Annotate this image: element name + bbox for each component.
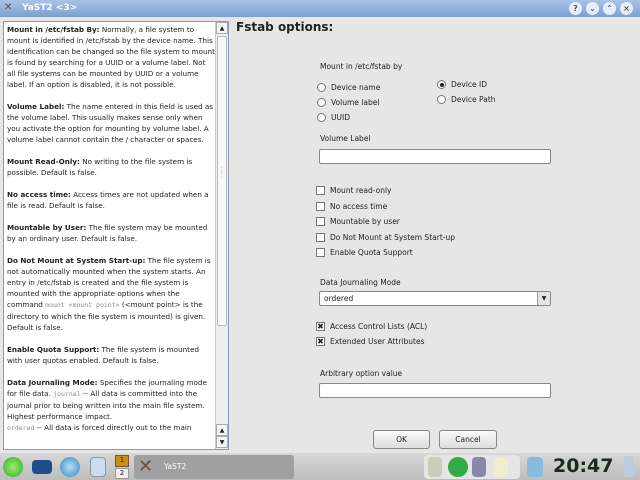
checkbox-do-not-mount-at-system-start-up[interactable] bbox=[316, 232, 325, 242]
help-paragraph: No access time: Access times are not upd… bbox=[7, 190, 209, 210]
help-button[interactable]: ? bbox=[569, 2, 582, 15]
checkbox-mount-read-only[interactable] bbox=[316, 186, 325, 195]
splitter-handle[interactable]: ⋮⋮ ⋮⋮ bbox=[218, 167, 232, 179]
desktop-1[interactable]: 1 bbox=[115, 455, 129, 467]
arbitrary-option-input[interactable] bbox=[319, 383, 551, 398]
radio-label: Device Path bbox=[451, 95, 496, 104]
desktop-icon[interactable] bbox=[32, 460, 52, 474]
checkbox-no-access-time[interactable] bbox=[316, 201, 325, 211]
update-icon[interactable] bbox=[448, 457, 468, 477]
checkbox-access-control-lists-acl-[interactable]: ✖ bbox=[316, 322, 325, 331]
show-desktop-icon[interactable] bbox=[527, 457, 543, 477]
network-icon[interactable] bbox=[472, 457, 486, 477]
help-paragraph: Mount in /etc/fstab By: Normally, a file… bbox=[7, 25, 215, 89]
checkbox-enable-quota-support[interactable] bbox=[316, 248, 325, 257]
journal-mode-select[interactable]: ordered ▼ bbox=[319, 291, 551, 306]
radio-label: Device ID bbox=[451, 80, 488, 89]
checkbox-extended-user-attributes[interactable]: ✖ bbox=[316, 337, 325, 346]
panel-toolbox-icon[interactable] bbox=[624, 456, 634, 477]
task-yast2[interactable]: ✕ YaST2 bbox=[134, 455, 294, 479]
volume-icon[interactable] bbox=[428, 457, 442, 477]
yast-icon: ✕ bbox=[4, 2, 13, 13]
maximize-button[interactable]: ⌃ bbox=[603, 2, 616, 15]
volume-label-input[interactable] bbox=[319, 149, 551, 164]
journal-mode-label: Data Journaling Mode bbox=[320, 278, 401, 287]
system-tray bbox=[424, 455, 520, 479]
radio-volume-label[interactable] bbox=[317, 98, 326, 107]
help-panel: Mount in /etc/fstab By: Normally, a file… bbox=[3, 21, 229, 450]
yast-icon: ✕ bbox=[138, 456, 154, 477]
cancel-button[interactable]: Cancel bbox=[439, 430, 497, 449]
help-paragraph: Enable Quota Support: The file system is… bbox=[7, 345, 199, 365]
radio-label: UUID bbox=[331, 113, 350, 122]
browser-icon[interactable] bbox=[60, 457, 80, 477]
radio-device-id[interactable] bbox=[437, 80, 446, 89]
task-label: YaST2 bbox=[164, 462, 187, 471]
scroll-up-arrow[interactable]: ▲ bbox=[216, 22, 228, 34]
help-paragraph: Mountable by User: The file system may b… bbox=[7, 223, 208, 243]
start-menu-icon[interactable] bbox=[3, 457, 23, 477]
help-text: Mount in /etc/fstab By: Normally, a file… bbox=[7, 24, 215, 445]
radio-label: Volume label bbox=[331, 98, 380, 107]
window-title: YaST2 <3> bbox=[22, 3, 78, 13]
help-paragraph: Do Not Mount at System Start-up: The fil… bbox=[7, 256, 211, 332]
mount-by-label: Mount in /etc/fstab by bbox=[320, 62, 403, 71]
arbitrary-option-label: Arbitrary option value bbox=[320, 369, 403, 378]
checkbox-mountable-by-user[interactable] bbox=[316, 217, 325, 226]
taskbar: 1 2 ✕ YaST2 20:47 bbox=[0, 453, 640, 480]
clock[interactable]: 20:47 bbox=[553, 455, 613, 477]
volume-label-label: Volume Label bbox=[320, 134, 371, 143]
checkbox-label: Access Control Lists (ACL) bbox=[330, 322, 428, 331]
help-scrollbar[interactable]: ▲ ▲ ▼ bbox=[215, 22, 228, 449]
ok-button[interactable]: OK bbox=[373, 430, 430, 449]
file-manager-icon[interactable] bbox=[90, 457, 106, 477]
checkbox-label: Mountable by user bbox=[330, 217, 400, 226]
radio-label: Device name bbox=[331, 83, 381, 92]
help-paragraph: Volume Label: The name entered in this f… bbox=[7, 102, 214, 144]
checkbox-label: Do Not Mount at System Start-up bbox=[330, 232, 455, 242]
scroll-thumb[interactable] bbox=[217, 36, 227, 326]
radio-device-path[interactable] bbox=[437, 95, 446, 104]
help-paragraph: ordered -- All data is forced directly o… bbox=[7, 423, 192, 432]
scroll-down-arrow[interactable]: ▼ bbox=[216, 436, 228, 448]
help-paragraph: Data Journaling Mode: Specifies the jour… bbox=[7, 378, 207, 421]
checkbox-label: Mount read-only bbox=[330, 186, 392, 195]
checkbox-label: Enable Quota Support bbox=[330, 248, 413, 257]
checkbox-label: Extended User Attributes bbox=[330, 337, 425, 346]
radio-device-name[interactable] bbox=[317, 83, 326, 92]
radio-uuid[interactable] bbox=[317, 113, 326, 122]
close-button[interactable]: × bbox=[620, 2, 633, 15]
page-title: Fstab options: bbox=[236, 20, 334, 34]
desktop-2[interactable]: 2 bbox=[115, 468, 129, 479]
chevron-down-icon[interactable]: ▼ bbox=[537, 292, 550, 305]
clipboard-icon[interactable] bbox=[494, 457, 508, 477]
scroll-up-arrow-bottom[interactable]: ▲ bbox=[216, 424, 228, 436]
title-bar: ✕ YaST2 <3> ? ⌄ ⌃ × bbox=[0, 0, 640, 17]
checkbox-label: No access time bbox=[330, 201, 388, 211]
minimize-button[interactable]: ⌄ bbox=[586, 2, 599, 15]
journal-mode-value: ordered bbox=[324, 294, 354, 303]
help-paragraph: Mount Read-Only: No writing to the file … bbox=[7, 157, 193, 177]
